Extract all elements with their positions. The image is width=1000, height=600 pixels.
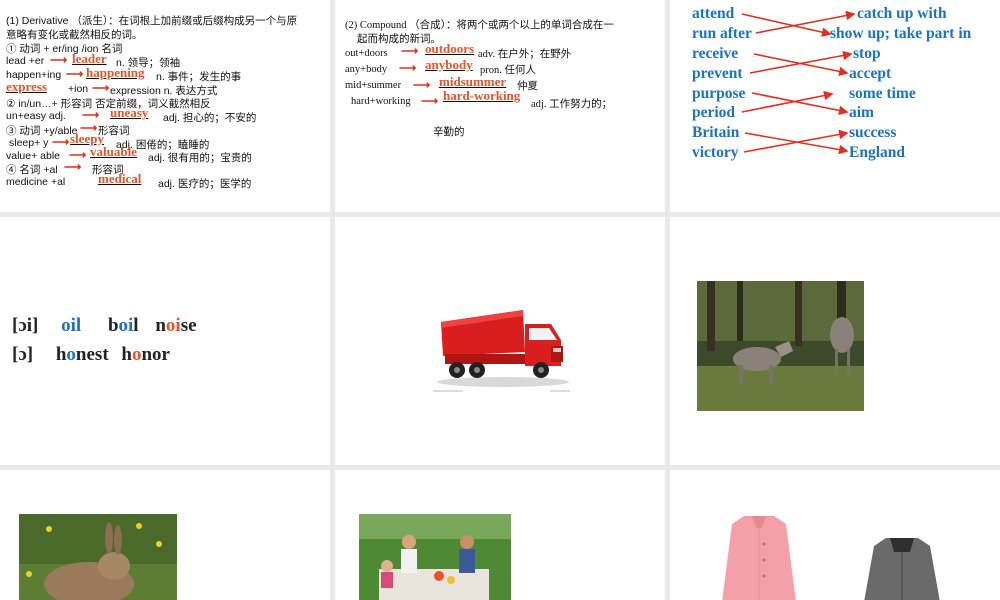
- arrow-icon: ⟶: [399, 61, 417, 75]
- arrow-icon: ⟶: [82, 108, 100, 122]
- answer-express: express: [6, 79, 47, 94]
- answer-uneasy: uneasy: [110, 105, 149, 120]
- slide-phonetics[interactable]: [ɔi] oil boil noise [ɔ] honest honor: [0, 217, 330, 465]
- meaning-hard-working-2: 辛勤的: [433, 127, 465, 138]
- word-boil-highlight: oi: [118, 315, 134, 336]
- example-sleep-y: sleep+ y: [9, 137, 49, 149]
- compound-heading-line1: (2) Compound （合成）：将两个或两个以上的单词合成在一: [345, 20, 614, 31]
- slide-wolves-image[interactable]: [670, 217, 1000, 465]
- word-honest-h: h: [55, 344, 67, 365]
- answer-outdoors: outdoors: [425, 41, 475, 56]
- word-honest-highlight: o: [66, 344, 76, 365]
- arrow-icon: ⟶: [421, 94, 439, 108]
- derivative-heading-line1: (1) Derivative （派生）：在词根上加前缀或后缀构成另一个与原: [6, 15, 298, 27]
- slide-truck-image[interactable]: [335, 217, 665, 465]
- arrow-icon: ⟶: [64, 160, 82, 174]
- watermark-right: [550, 390, 570, 392]
- arrow-attend-show-up: [741, 13, 832, 37]
- word-noise-highlight: oi: [165, 315, 181, 336]
- example-un-easy: un+easy adj.: [6, 110, 66, 122]
- word-honor-rest: nor: [141, 344, 170, 365]
- meaning-hard-working: adj. 工作努力的；: [531, 99, 613, 110]
- matching-arrows: [741, 10, 856, 155]
- slide-compound[interactable]: (2) Compound （合成）：将两个或两个以上的单词合成在一 起而构成的新…: [335, 0, 665, 212]
- answer-happening: happening: [86, 65, 145, 80]
- pink-coat-image: [722, 516, 796, 600]
- phonetic-symbol-oi: [ɔi]: [12, 315, 39, 336]
- meaning-uneasy: adj. 担心的；不安的: [163, 112, 257, 124]
- word-oil-rest: l: [75, 315, 82, 336]
- example-value-able: value+ able: [6, 150, 61, 162]
- word-boil-b: b: [107, 315, 119, 336]
- rabbit-image: [19, 514, 177, 600]
- answer-medical: medical: [98, 171, 142, 186]
- rule-negative-prefix: ② in/un…+ 形容词 否定前缀，词义截然相反: [6, 98, 211, 110]
- slide-matching[interactable]: attend run after receive prevent purpose…: [670, 0, 1000, 212]
- arrow-icon: ⟶: [50, 53, 68, 67]
- grey-jacket-image: [864, 538, 940, 600]
- arrow-icon: ⟶: [401, 44, 419, 58]
- phonetic-row-o: [ɔ] honest honor: [12, 344, 170, 366]
- rule-noun-al: ④ 名词 +al: [6, 164, 58, 176]
- example-any-body: any+body: [345, 64, 388, 75]
- word-noise-n: n: [155, 315, 166, 336]
- arrow-run-after-catch-up: [755, 10, 856, 34]
- meaning-outdoors: adv. 在户外；在野外: [478, 49, 572, 60]
- phonetic-symbol-o: [ɔ]: [12, 344, 34, 365]
- example-express-ion: +ion: [68, 83, 89, 95]
- arrow-period-some-time: [741, 90, 834, 113]
- word-noise-rest: se: [180, 315, 197, 336]
- example-lead-er: lead +er: [6, 55, 45, 67]
- slide-derivative[interactable]: (1) Derivative （派生）：在词根上加前缀或后缀构成另一个与原 意略…: [0, 0, 330, 212]
- picnic-image: [359, 514, 511, 600]
- example-mid-summer: mid+summer: [345, 80, 402, 91]
- arrow-icon: ⟶: [413, 78, 431, 92]
- wolves-image: [697, 281, 864, 411]
- derivative-heading-line2: 意略有变化或截然相反的词。: [6, 29, 143, 41]
- word-honest-rest: nest: [75, 344, 109, 365]
- arrow-icon: ⟶: [52, 135, 70, 149]
- arrow-icon: ⟶: [66, 67, 84, 81]
- answer-hard-working: hard-working: [443, 88, 521, 103]
- answer-valuable: valuable: [90, 144, 137, 159]
- word-oil-highlight: oi: [61, 315, 76, 336]
- truck-image: [437, 310, 569, 387]
- meaning-happening: n. 事件；发生的事: [156, 71, 242, 83]
- slide-coats-image[interactable]: [670, 470, 1000, 600]
- watermark-left: [433, 390, 463, 392]
- slide-picnic-image[interactable]: [335, 470, 665, 600]
- meaning-medical: adj. 医疗的；医学的: [158, 178, 252, 190]
- example-medicine-al: medicine +al: [6, 176, 66, 188]
- word-boil-l: l: [133, 315, 139, 336]
- meaning-valuable: adj. 很有用的；宝贵的: [148, 152, 252, 164]
- example-out-doors: out+doors: [345, 48, 388, 59]
- arrow-purpose-aim: [751, 92, 849, 116]
- answer-anybody: anybody: [425, 57, 473, 72]
- arrow-icon: ⟶: [92, 81, 110, 95]
- phonetic-row-oi: [ɔi] oil boil noise: [12, 315, 197, 337]
- word-honor-h: h: [121, 344, 132, 365]
- slide-rabbit-image[interactable]: [0, 470, 330, 600]
- example-hard-working: hard+working: [351, 96, 411, 107]
